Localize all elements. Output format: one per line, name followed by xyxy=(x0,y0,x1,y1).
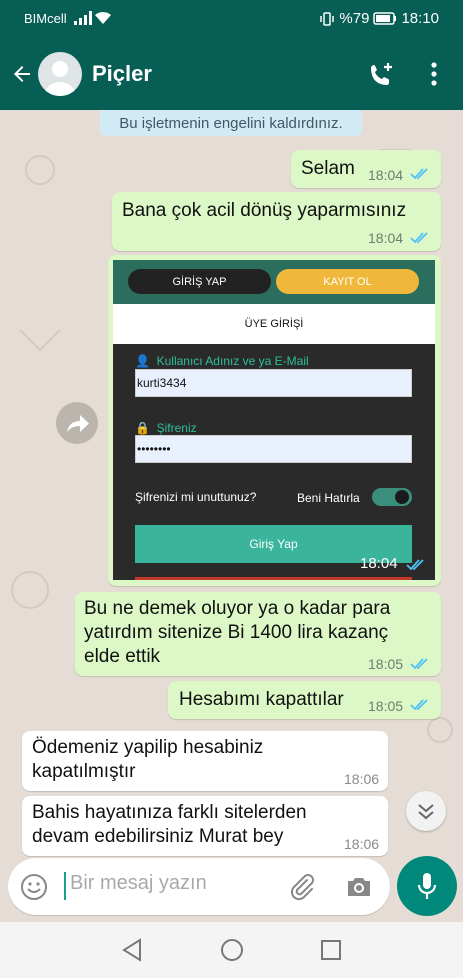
message-text: Bana çok acil dönüş yaparmısınız xyxy=(122,200,407,221)
message-bubble-in[interactable]: Ödemeniz yapilip hesabiniz kapatılmıştır… xyxy=(22,731,388,791)
signal-icon xyxy=(74,11,92,25)
nav-home-icon[interactable] xyxy=(220,938,244,962)
username-label-text: Kullanıcı Adınız ve ya E-Mail xyxy=(156,354,309,368)
password-label: 🔒 Şifreniz xyxy=(135,421,197,435)
message-bubble-out[interactable]: Bu ne demek oluyor ya o kadar para yatır… xyxy=(75,592,441,676)
microphone-icon xyxy=(417,873,437,899)
message-bubble-out[interactable]: Bana çok acil dönüş yaparmısınız 18:04 xyxy=(112,192,441,251)
forward-icon xyxy=(67,415,89,432)
remember-me-toggle xyxy=(372,488,412,506)
contact-name[interactable]: Piçler xyxy=(92,61,152,87)
chat-header: Piçler xyxy=(0,38,463,110)
tab-login: GİRİŞ YAP xyxy=(128,269,271,294)
message-time: 18:04 xyxy=(368,230,404,246)
back-arrow-icon[interactable] xyxy=(10,62,34,86)
system-navigation-bar xyxy=(0,922,463,978)
unblocked-notice: Bu işletmenin engelini kaldırdınız. xyxy=(100,110,362,136)
more-vert-icon[interactable] xyxy=(428,60,440,88)
tab-register: KAYIT OL xyxy=(276,269,419,294)
message-bubble-in[interactable]: Bahis hayatınıza farklı sitelerden devam… xyxy=(22,796,388,856)
voice-record-button[interactable] xyxy=(397,856,457,916)
status-bar: BIMcell %79 18:10 xyxy=(0,0,463,38)
message-text: Ödemeniz yapilip hesabiniz kapatılmıştır xyxy=(32,737,264,782)
message-text: Hesabımı kapattılar xyxy=(179,689,344,710)
read-ticks-icon xyxy=(410,232,428,244)
forgot-password-link: Şifrenizi mi unuttunuz? xyxy=(135,490,257,504)
password-field: •••••••• xyxy=(135,435,412,463)
message-time: 18:04 xyxy=(368,167,404,183)
attach-icon[interactable] xyxy=(287,872,317,902)
add-call-icon[interactable] xyxy=(366,60,396,90)
message-time: 18:06 xyxy=(344,836,380,852)
battery-icon xyxy=(373,12,397,25)
forward-button[interactable] xyxy=(56,402,98,444)
username-label: 👤 Kullanıcı Adınız ve ya E-Mail xyxy=(135,354,309,368)
battery-percent: %79 xyxy=(339,10,370,27)
avatar[interactable] xyxy=(38,52,82,96)
read-ticks-icon xyxy=(410,168,428,180)
password-label-text: Şifreniz xyxy=(156,421,197,435)
remember-me-label: Beni Hatırla xyxy=(297,491,360,505)
scroll-down-button[interactable] xyxy=(406,791,446,831)
nav-back-icon[interactable] xyxy=(121,938,143,962)
section-title: ÜYE GİRİŞİ xyxy=(113,304,435,344)
message-text: Bahis hayatınıza farklı sitelerden devam… xyxy=(32,802,307,847)
red-bar xyxy=(135,577,412,580)
message-time: 18:05 xyxy=(368,656,404,672)
screenshot-image[interactable]: GİRİŞ YAP KAYIT OL ÜYE GİRİŞİ 👤 Kullanıc… xyxy=(113,260,435,580)
read-ticks-icon xyxy=(406,559,424,571)
double-chevron-down-icon xyxy=(418,804,434,820)
read-ticks-icon xyxy=(410,699,428,711)
image-message[interactable]: GİRİŞ YAP KAYIT OL ÜYE GİRİŞİ 👤 Kullanıc… xyxy=(108,255,441,586)
vibrate-icon xyxy=(320,11,335,26)
login-tabs: GİRİŞ YAP KAYIT OL xyxy=(113,260,435,304)
message-bubble-out[interactable]: Selam 18:04 xyxy=(291,150,441,188)
message-time: 18:04 xyxy=(360,555,398,572)
message-composer[interactable]: Bir mesaj yazın xyxy=(8,858,390,915)
chat-area[interactable]: Bu işletmenin engelini kaldırdınız. Sela… xyxy=(0,110,463,860)
username-field: kurti3434 xyxy=(135,369,412,397)
message-text: Selam xyxy=(301,158,355,179)
message-input[interactable]: Bir mesaj yazın xyxy=(70,872,207,895)
status-right: %79 18:10 xyxy=(319,10,439,27)
message-time: 18:05 xyxy=(368,698,404,714)
message-time: 18:06 xyxy=(344,771,380,787)
clock: 18:10 xyxy=(401,10,439,27)
login-form: 👤 Kullanıcı Adınız ve ya E-Mail kurti343… xyxy=(113,344,435,580)
text-cursor xyxy=(64,872,66,900)
emoji-icon[interactable] xyxy=(20,873,48,901)
message-bubble-out[interactable]: Hesabımı kapattılar 18:05 xyxy=(168,681,441,719)
read-ticks-icon xyxy=(410,658,428,670)
wifi-icon xyxy=(95,11,111,24)
nav-recents-icon[interactable] xyxy=(320,939,342,961)
camera-icon[interactable] xyxy=(345,874,373,900)
carrier-name: BIMcell xyxy=(24,11,67,26)
